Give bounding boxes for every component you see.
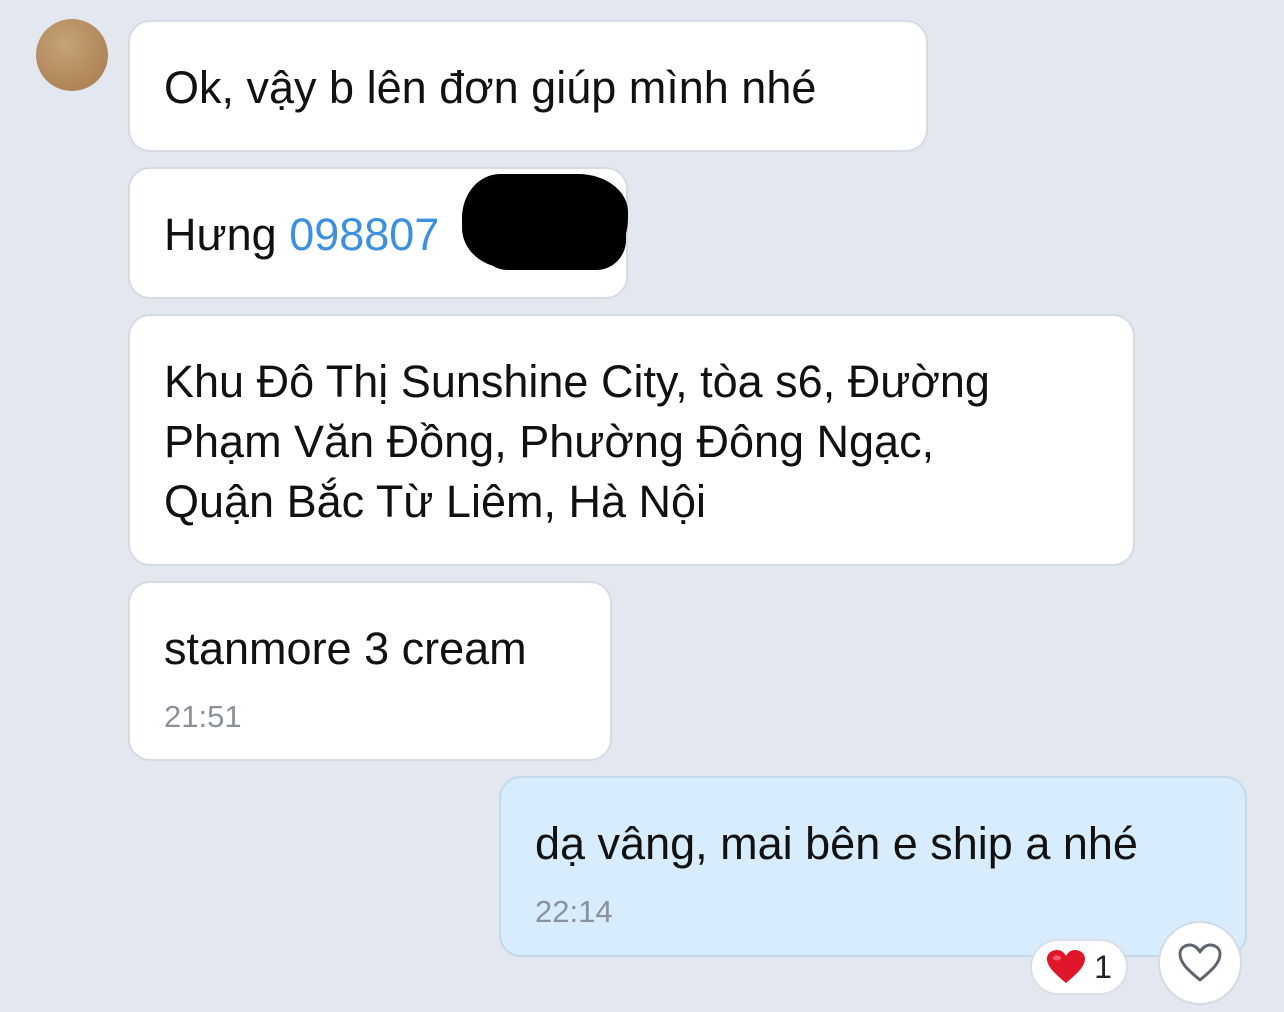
contact-name: Hưng xyxy=(164,209,277,260)
message-bubble-incoming[interactable]: Ok, vậy b lên đơn giúp mình nhé xyxy=(128,20,928,152)
avatar[interactable] xyxy=(36,19,108,91)
phone-link[interactable]: 098807 xyxy=(289,209,439,260)
like-button[interactable] xyxy=(1158,921,1242,1005)
message-bubble-incoming[interactable]: stanmore 3 cream 21:51 xyxy=(128,581,612,761)
message-text: Ok, vậy b lên đơn giúp mình nhé xyxy=(164,62,817,113)
redaction-mark xyxy=(478,196,626,270)
message-timestamp: 22:14 xyxy=(535,894,613,929)
message-bubble-outgoing[interactable]: dạ vâng, mai bên e ship a nhé 22:14 xyxy=(499,776,1247,957)
message-text: dạ vâng, mai bên e ship a nhé xyxy=(535,818,1138,869)
message-timestamp: 21:51 xyxy=(164,699,242,734)
address-line: Khu Đô Thị Sunshine City, tòa s6, Đường xyxy=(164,356,990,407)
address-line: Phạm Văn Đồng, Phường Đông Ngạc, xyxy=(164,416,935,467)
message-text: stanmore 3 cream xyxy=(164,623,527,674)
message-bubble-incoming[interactable]: Khu Đô Thị Sunshine City, tòa s6, Đường … xyxy=(128,314,1135,566)
heart-outline-icon xyxy=(1178,943,1222,982)
reaction-badge[interactable]: 1 xyxy=(1030,939,1128,995)
address-line: Quận Bắc Từ Liêm, Hà Nội xyxy=(164,476,707,527)
heart-icon xyxy=(1047,950,1086,983)
reaction-count: 1 xyxy=(1094,949,1112,985)
